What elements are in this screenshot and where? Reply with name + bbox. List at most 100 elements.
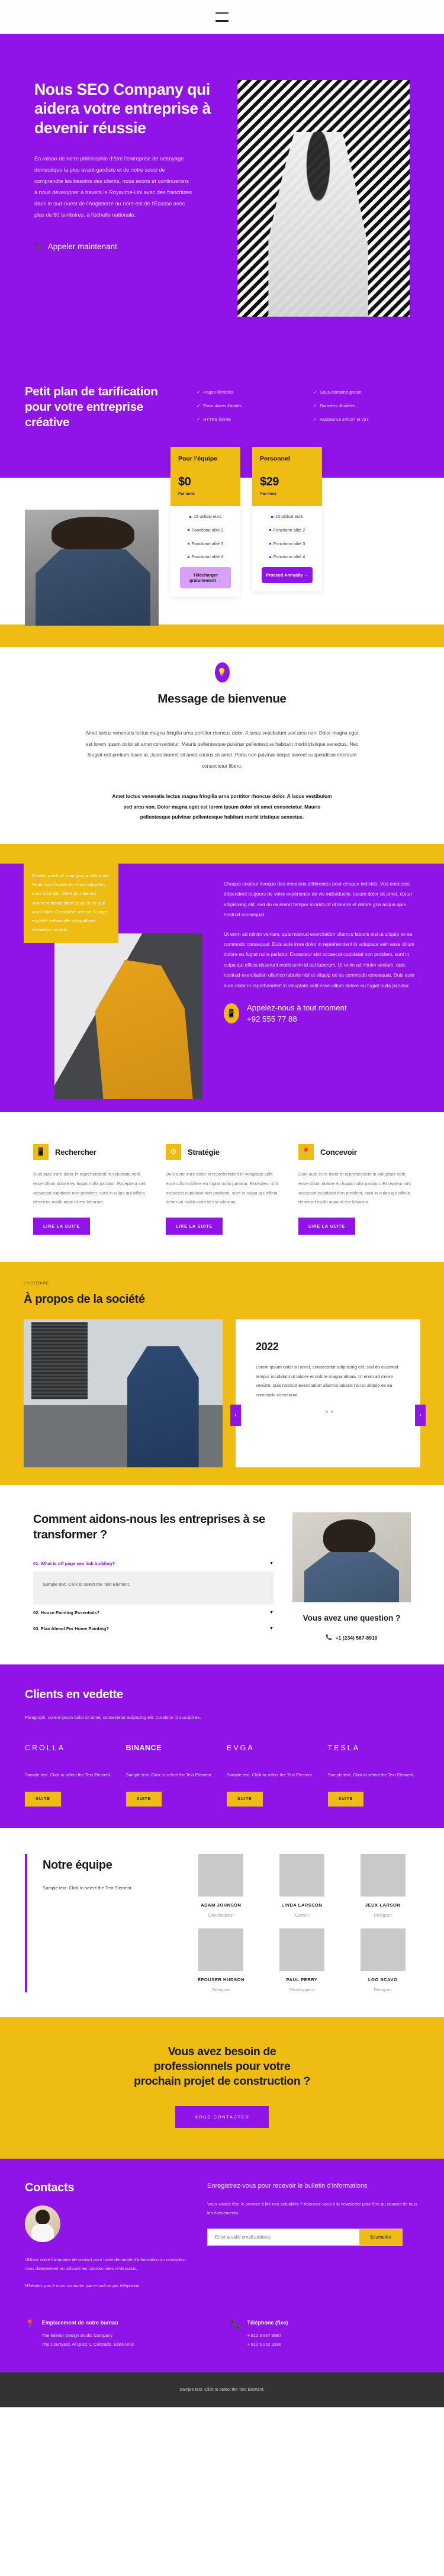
read-more-button[interactable]: LIRE LA SUITE (298, 1218, 356, 1235)
page-title: Nous SEO Company qui aidera votre entrep… (34, 80, 211, 137)
plan-period: Par mois (260, 492, 276, 497)
hero-image (237, 80, 410, 317)
story-section: Confort produire mari garçon elle avait … (0, 863, 444, 1112)
member-name: JEUX LARSON (365, 1902, 401, 1908)
check-icon: ✓ (197, 417, 201, 422)
team-member: PAUL PERRY Développeur (266, 1928, 339, 1992)
clients-section: Clients en vedette Paragraph. Lorem ipsu… (0, 1664, 444, 1828)
hero-section: Nous SEO Company qui aidera votre entrep… (0, 34, 444, 351)
check-icon: ✓ (313, 417, 317, 422)
download-free-button[interactable]: Télécharger gratuitement → (180, 567, 231, 589)
cta-title: Vous avez besoin de professionnels pour … (134, 2044, 310, 2088)
client-suite-button[interactable]: SUITE (126, 1791, 162, 1807)
plan-feature: Fonctionn alité 4 (180, 553, 231, 561)
feature-label: Données illimitées (320, 403, 356, 408)
feature-list-right: ✓ Sous-domaine gratuit ✓ Données illimitée… (313, 389, 419, 430)
faq-phone[interactable]: 📞 +1 (234) 567-8910 (292, 1634, 411, 1641)
client-text: Sample text. Click to select the Text El… (227, 1772, 313, 1778)
about-title: À propos de la société (24, 1293, 145, 1306)
feature-label: HTTPS illimité (203, 417, 231, 422)
avatar (198, 1928, 244, 1971)
client-suite-button[interactable]: SUITE (227, 1791, 263, 1807)
plan-feature: 15 utilisat eurs (180, 513, 231, 521)
phone-icon: 📞 (34, 243, 43, 251)
team-member: JEUX LARSON Designer (346, 1853, 419, 1918)
chevron-right-icon[interactable]: › (415, 1405, 426, 1427)
team-member: LOO SCAVO Designer (346, 1928, 419, 1992)
call-anytime-title: Appelez-nous à tout moment (247, 1003, 347, 1013)
accordion-header[interactable]: 03. Plan Ahead For Home Painting? ▼ (33, 1621, 274, 1637)
phone-title: Téléphone (fixe) (247, 2320, 288, 2326)
plan-feature-label: 15 utilisat eurs (275, 514, 304, 520)
chevron-down-icon: ▼ (269, 1627, 274, 1631)
plan-feature-label: Fonctionn alité 2 (273, 527, 305, 533)
faq-side-title: Vous avez une question ? (303, 1614, 401, 1623)
newsletter-form: Soumettre (207, 2228, 403, 2246)
faq-photo (292, 1512, 411, 1603)
cta-section: Vous avez besoin de professionnels pour … (0, 2017, 444, 2159)
clients-subtitle: Paragraph. Lorem ipsum dolor sit amet, c… (25, 1715, 201, 1721)
phone-icon: 📞 (230, 2319, 241, 2329)
call-anytime-block[interactable]: 📱 Appelez-nous à tout moment +92 555 77 … (224, 1003, 420, 1023)
phone-line-2[interactable]: + 912 5 252 3336 (247, 2340, 288, 2349)
member-role: Designer (374, 1912, 392, 1918)
service-title: Rechercher (55, 1147, 96, 1157)
hamburger-menu-icon[interactable] (215, 12, 229, 22)
page-root: Nous SEO Company qui aidera votre entrep… (0, 0, 444, 2408)
newsletter-text: Vous voulez être le premier à lire nos a… (207, 2201, 417, 2216)
team-member: ADAM JOHNSON Développeur (185, 1853, 258, 1918)
service-text: Duis aute irure dolor in reprehenderit i… (166, 1171, 278, 1205)
chevron-down-icon: ▼ (269, 1611, 274, 1615)
plan-feature-label: Fonctionn alité 4 (273, 554, 305, 560)
member-name: ÉPOUSER HUDSON (197, 1976, 244, 1982)
chevron-left-icon[interactable]: ‹ (230, 1405, 241, 1427)
pricing-section: Petit plan de tarification pour votre en… (0, 351, 444, 626)
client-suite-button[interactable]: SUITE (327, 1791, 364, 1807)
carousel-dots[interactable] (256, 1410, 403, 1413)
client-text: Sample text. Click to select the Text El… (327, 1772, 414, 1778)
plan-feature-label: Fonctionn alité 3 (191, 540, 224, 546)
read-more-button[interactable]: LIRE LA SUITE (166, 1218, 223, 1235)
map-pin-icon: 📍 (25, 2319, 36, 2329)
hero-paragraph: En raison de notre philosophie d'être l'… (34, 155, 192, 218)
read-more-button[interactable]: LIRE LA SUITE (33, 1218, 91, 1235)
office-line-1: The Interior Design Studio Company (41, 2333, 112, 2339)
tesla-logo-icon: TESLA (327, 1744, 361, 1753)
phone-line-1[interactable]: + 912 3 567 8987 (247, 2332, 288, 2340)
plan-feature: Fonctionn alité 3 (262, 540, 313, 548)
about-photo (24, 1319, 223, 1468)
story-quote: Confort produire mari garçon elle avait … (24, 863, 118, 944)
call-anytime-number[interactable]: +92 555 77 88 (247, 1015, 347, 1023)
pricing-photo (25, 510, 159, 626)
avatar (279, 1928, 324, 1971)
proceed-annually-button[interactable]: Proceed Annually → (262, 567, 313, 584)
accordion-header[interactable]: 02. House Painting Essentials? ▼ (33, 1605, 274, 1621)
newsletter-title: Enregistrez-vous pour recevoir le bullet… (207, 2182, 368, 2189)
story-paragraph-1: Chaque couleur évoque des émotions diffé… (224, 880, 413, 918)
contact-us-button[interactable]: NOUS CONTACTER (175, 2105, 269, 2128)
accordion-header[interactable]: 01. What is off page seo link building? … (33, 1556, 274, 1572)
member-name: LOO SCAVO (368, 1976, 398, 1982)
avatar (360, 1853, 406, 1896)
submit-button[interactable]: Soumettre (359, 2229, 402, 2245)
about-section: L'HISTOIRE À propos de la société ‹ › 20… (0, 1262, 444, 1486)
client-suite-button[interactable]: SUITE (25, 1791, 61, 1807)
pricing-card-personal: Personnel $29 Par mois 15 utilisat eurs … (252, 447, 322, 592)
plan-price: $29 (260, 475, 279, 489)
check-icon: ✓ (313, 403, 317, 408)
phone-icon: 📞 (326, 1634, 333, 1641)
feature-item: ✓ Données illimitées (313, 403, 419, 408)
email-field[interactable] (208, 2229, 360, 2245)
accordion-item-3: 03. Plan Ahead For Home Painting? ▼ (33, 1621, 274, 1637)
feature-label: Pages illimitées (203, 389, 234, 395)
faq-title: Comment aidons-nous les entreprises à se… (33, 1513, 265, 1541)
evga-logo-icon: EVGA (227, 1744, 255, 1753)
plan-name: Pour l'équipe (178, 455, 218, 463)
plan-price: $0 (178, 475, 191, 489)
binance-logo-icon: BINANCE (126, 1744, 162, 1753)
clients-title: Clients en vedette (25, 1688, 123, 1702)
call-now-button[interactable]: 📞 Appeler maintenant (34, 242, 221, 251)
avatar (360, 1928, 406, 1971)
site-header (0, 0, 444, 34)
faq-section: Comment aidons-nous les entreprises à se… (0, 1485, 444, 1665)
